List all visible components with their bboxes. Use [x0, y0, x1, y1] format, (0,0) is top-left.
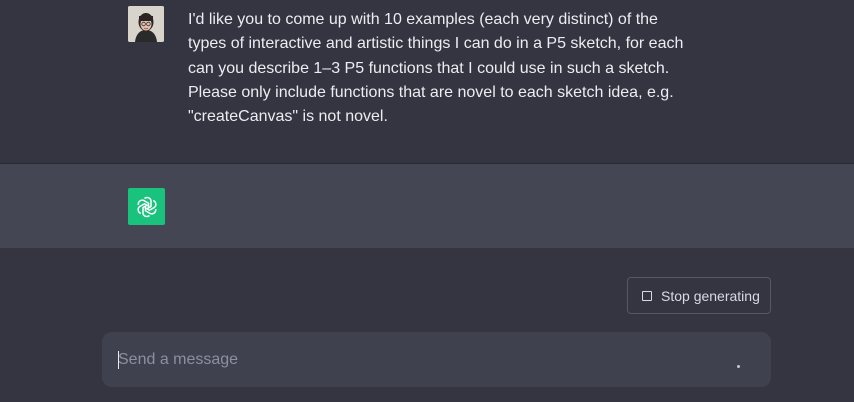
- stop-square-icon: [642, 290, 652, 301]
- assistant-message-row: [0, 164, 854, 248]
- chat-page: I'd like you to come up with 10 examples…: [0, 0, 854, 402]
- message-input-placeholder: Send a message: [118, 351, 239, 368]
- send-icon[interactable]: [737, 365, 740, 368]
- user-message-line: types of interactive and artistic things…: [188, 35, 684, 53]
- user-message-line: "createCanvas" is not novel.: [188, 108, 388, 126]
- stop-generating-button[interactable]: Stop generating: [627, 277, 771, 314]
- user-message-line: can you describe 1–3 P5 functions that I…: [188, 59, 670, 77]
- text-caret: [118, 351, 119, 369]
- stop-generating-label: Stop generating: [661, 287, 760, 304]
- user-message-line: Please only include functions that are n…: [188, 83, 674, 101]
- user-message-row: I'd like you to come up with 10 examples…: [0, 0, 854, 164]
- openai-logo-icon: [128, 188, 165, 225]
- user-message-line: I'd like you to come up with 10 examples…: [188, 11, 658, 28]
- user-message-text: I'd like you to come up with 10 examples…: [188, 8, 688, 129]
- message-input[interactable]: Send a message: [102, 332, 771, 387]
- user-avatar: [128, 6, 164, 42]
